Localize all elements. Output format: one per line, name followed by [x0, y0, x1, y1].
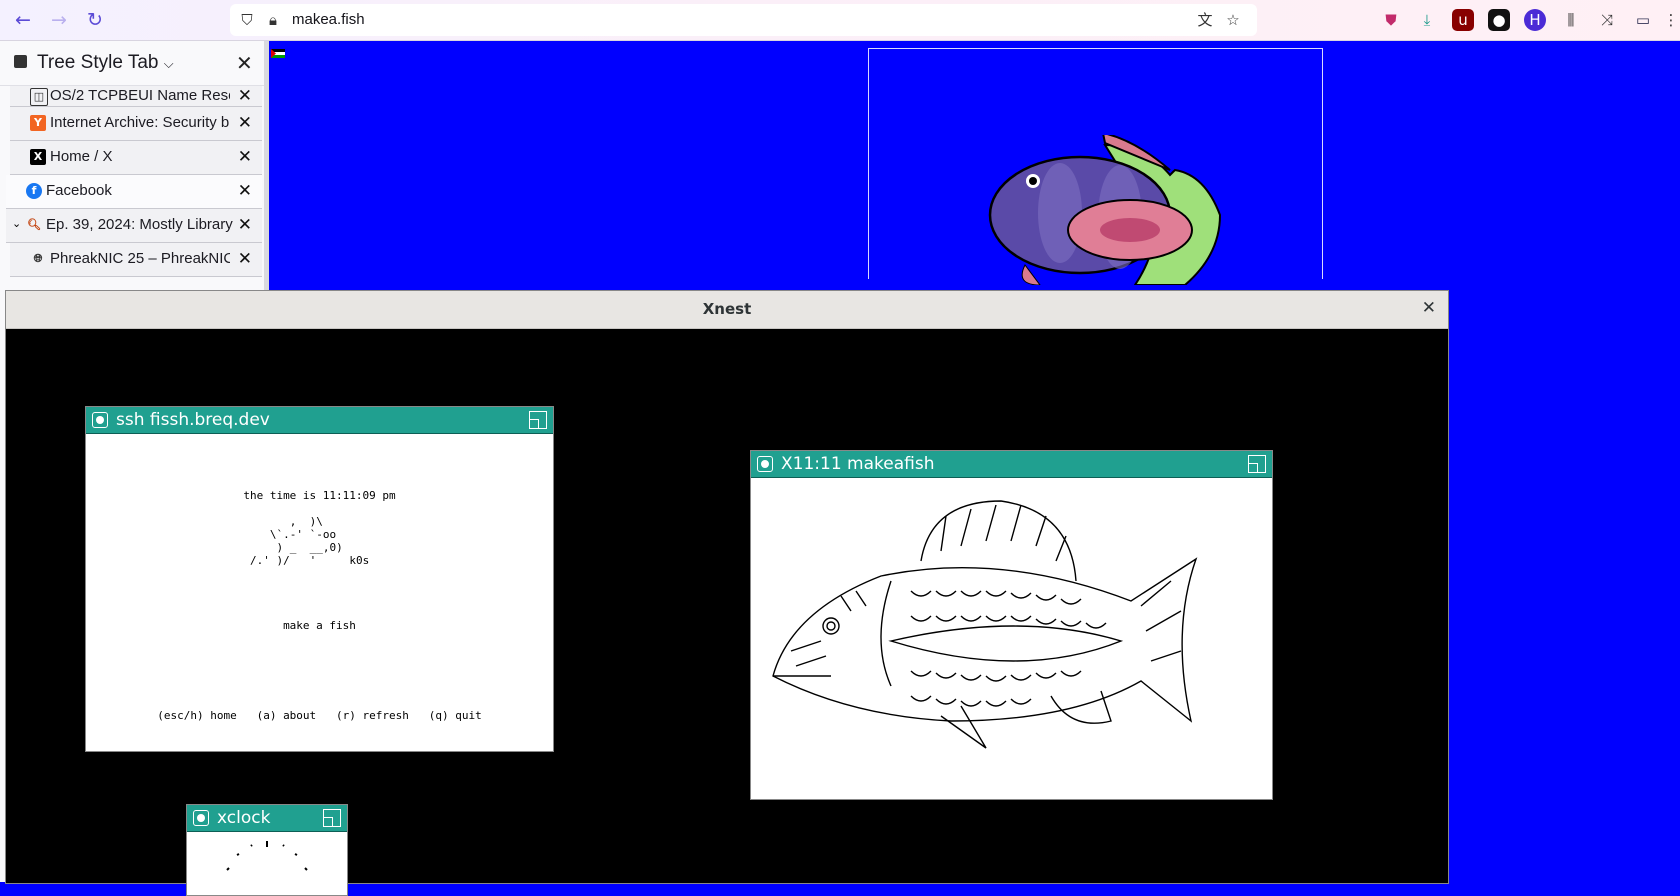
- menu-icon[interactable]: ⋮: [1660, 9, 1680, 31]
- flag-icon: [271, 49, 285, 58]
- browser-toolbar: ← → ↻ ⛉ 🔒︎ makea.fish 文 ☆ ⛊ ⤓ u ● H ⫼ ⤨ …: [0, 0, 1680, 41]
- window-menu-icon[interactable]: [757, 456, 773, 472]
- bookmark-star-icon[interactable]: ☆: [1224, 11, 1242, 29]
- tab-item[interactable]: ◫ OS/2 TCPBEUI Name Resolu ✕: [10, 86, 262, 107]
- tab-item[interactable]: X Home / X ✕: [10, 141, 262, 175]
- profile-icon[interactable]: H: [1524, 9, 1546, 31]
- url-text[interactable]: makea.fish: [292, 11, 365, 28]
- colored-fish-image: [988, 135, 1222, 285]
- tagline-text: make a fish: [283, 619, 356, 632]
- tab-item[interactable]: Y Internet Archive: Security bre ✕: [10, 107, 262, 141]
- chevron-down-icon[interactable]: ⌄: [12, 217, 21, 230]
- makeafish-window-title: X11:11 makeafish: [781, 454, 935, 474]
- close-icon[interactable]: ✕: [236, 51, 253, 75]
- forward-icon[interactable]: →: [48, 9, 70, 31]
- xclock-window-titlebar[interactable]: xclock: [187, 805, 347, 832]
- globe-icon: 🌐︎: [33, 252, 43, 265]
- close-tab-icon[interactable]: ✕: [238, 86, 252, 106]
- chevron-down-icon[interactable]: ⌵: [164, 56, 174, 71]
- library-icon[interactable]: ⫼: [1560, 9, 1582, 31]
- downloads-icon[interactable]: ⤓: [1416, 9, 1438, 31]
- close-tab-icon[interactable]: ✕: [238, 147, 252, 167]
- search-favicon-icon: 🔍︎: [27, 218, 41, 231]
- url-bar[interactable]: ⛉ 🔒︎ makea.fish 文 ☆: [230, 4, 1257, 36]
- pocket-icon[interactable]: ⛊: [1380, 9, 1402, 31]
- xnest-window: Xnest ✕ ssh fissh.breq.dev the time is 1…: [5, 290, 1449, 896]
- time-text: the time is 11:11:09 pm: [243, 489, 396, 502]
- tab-item-active[interactable]: f Facebook ✕: [6, 175, 262, 209]
- ascii-fish-art: , )\ \`.-' `-oo ) _ __,0) /.' )/ ' k0s: [250, 515, 370, 567]
- shuffle-icon[interactable]: ⤨: [1596, 9, 1618, 31]
- maximize-icon[interactable]: [1248, 455, 1266, 473]
- close-tab-icon[interactable]: ✕: [238, 113, 252, 133]
- key-menu[interactable]: (esc/h) home (a) about (r) refresh (q) q…: [86, 709, 553, 722]
- facebook-favicon-icon: f: [26, 183, 42, 199]
- xnest-title: Xnest: [702, 300, 752, 318]
- close-tab-icon[interactable]: ✕: [238, 249, 252, 269]
- maximize-icon[interactable]: [529, 411, 547, 429]
- ssh-window-title: ssh fissh.breq.dev: [116, 410, 270, 430]
- ssh-window-titlebar[interactable]: ssh fissh.breq.dev: [86, 407, 553, 434]
- tab-item[interactable]: ⌄ 🔍︎ Ep. 39, 2024: Mostly Library T ✕: [6, 209, 262, 243]
- shield-icon[interactable]: ⛉: [238, 11, 256, 29]
- window-menu-icon[interactable]: [92, 412, 108, 428]
- close-tab-icon[interactable]: ✕: [238, 181, 252, 201]
- makeafish-window: X11:11 makeafish: [750, 450, 1273, 800]
- tab-item[interactable]: 🌐︎ PhreakNIC 25 – PhreakNIC 2 ✕: [10, 243, 262, 277]
- reload-icon[interactable]: ↻: [84, 9, 106, 31]
- maximize-icon[interactable]: [323, 809, 341, 827]
- close-icon[interactable]: ✕: [1422, 298, 1436, 318]
- sidebar-header: Tree Style Tab ⌵ ✕: [0, 41, 264, 86]
- xclock-window: xclock: [186, 804, 348, 896]
- x-favicon-icon: X: [30, 149, 46, 165]
- os2-favicon-icon: ◫: [30, 88, 48, 106]
- ublock-icon[interactable]: u: [1452, 9, 1474, 31]
- window-menu-icon[interactable]: [193, 810, 209, 826]
- ycombinator-favicon-icon: Y: [30, 115, 46, 131]
- extension-icon[interactable]: ●: [1488, 9, 1510, 31]
- back-icon[interactable]: ←: [12, 9, 34, 31]
- line-art-fish-image: [772, 500, 1198, 749]
- sidebar-icon: [14, 55, 27, 68]
- close-tab-icon[interactable]: ✕: [238, 215, 252, 235]
- translate-icon[interactable]: 文: [1196, 11, 1214, 29]
- xnest-titlebar[interactable]: Xnest ✕: [6, 291, 1448, 329]
- lock-icon[interactable]: 🔒︎: [264, 11, 282, 29]
- ssh-window: ssh fissh.breq.dev the time is 11:11:09 …: [85, 406, 554, 752]
- xclock-window-title: xclock: [217, 808, 271, 828]
- makeafish-window-titlebar[interactable]: X11:11 makeafish: [751, 451, 1272, 478]
- sidebar-title[interactable]: Tree Style Tab ⌵: [37, 52, 174, 74]
- clock-face-icon: [226, 841, 308, 871]
- screen-icon[interactable]: ▭: [1632, 9, 1654, 31]
